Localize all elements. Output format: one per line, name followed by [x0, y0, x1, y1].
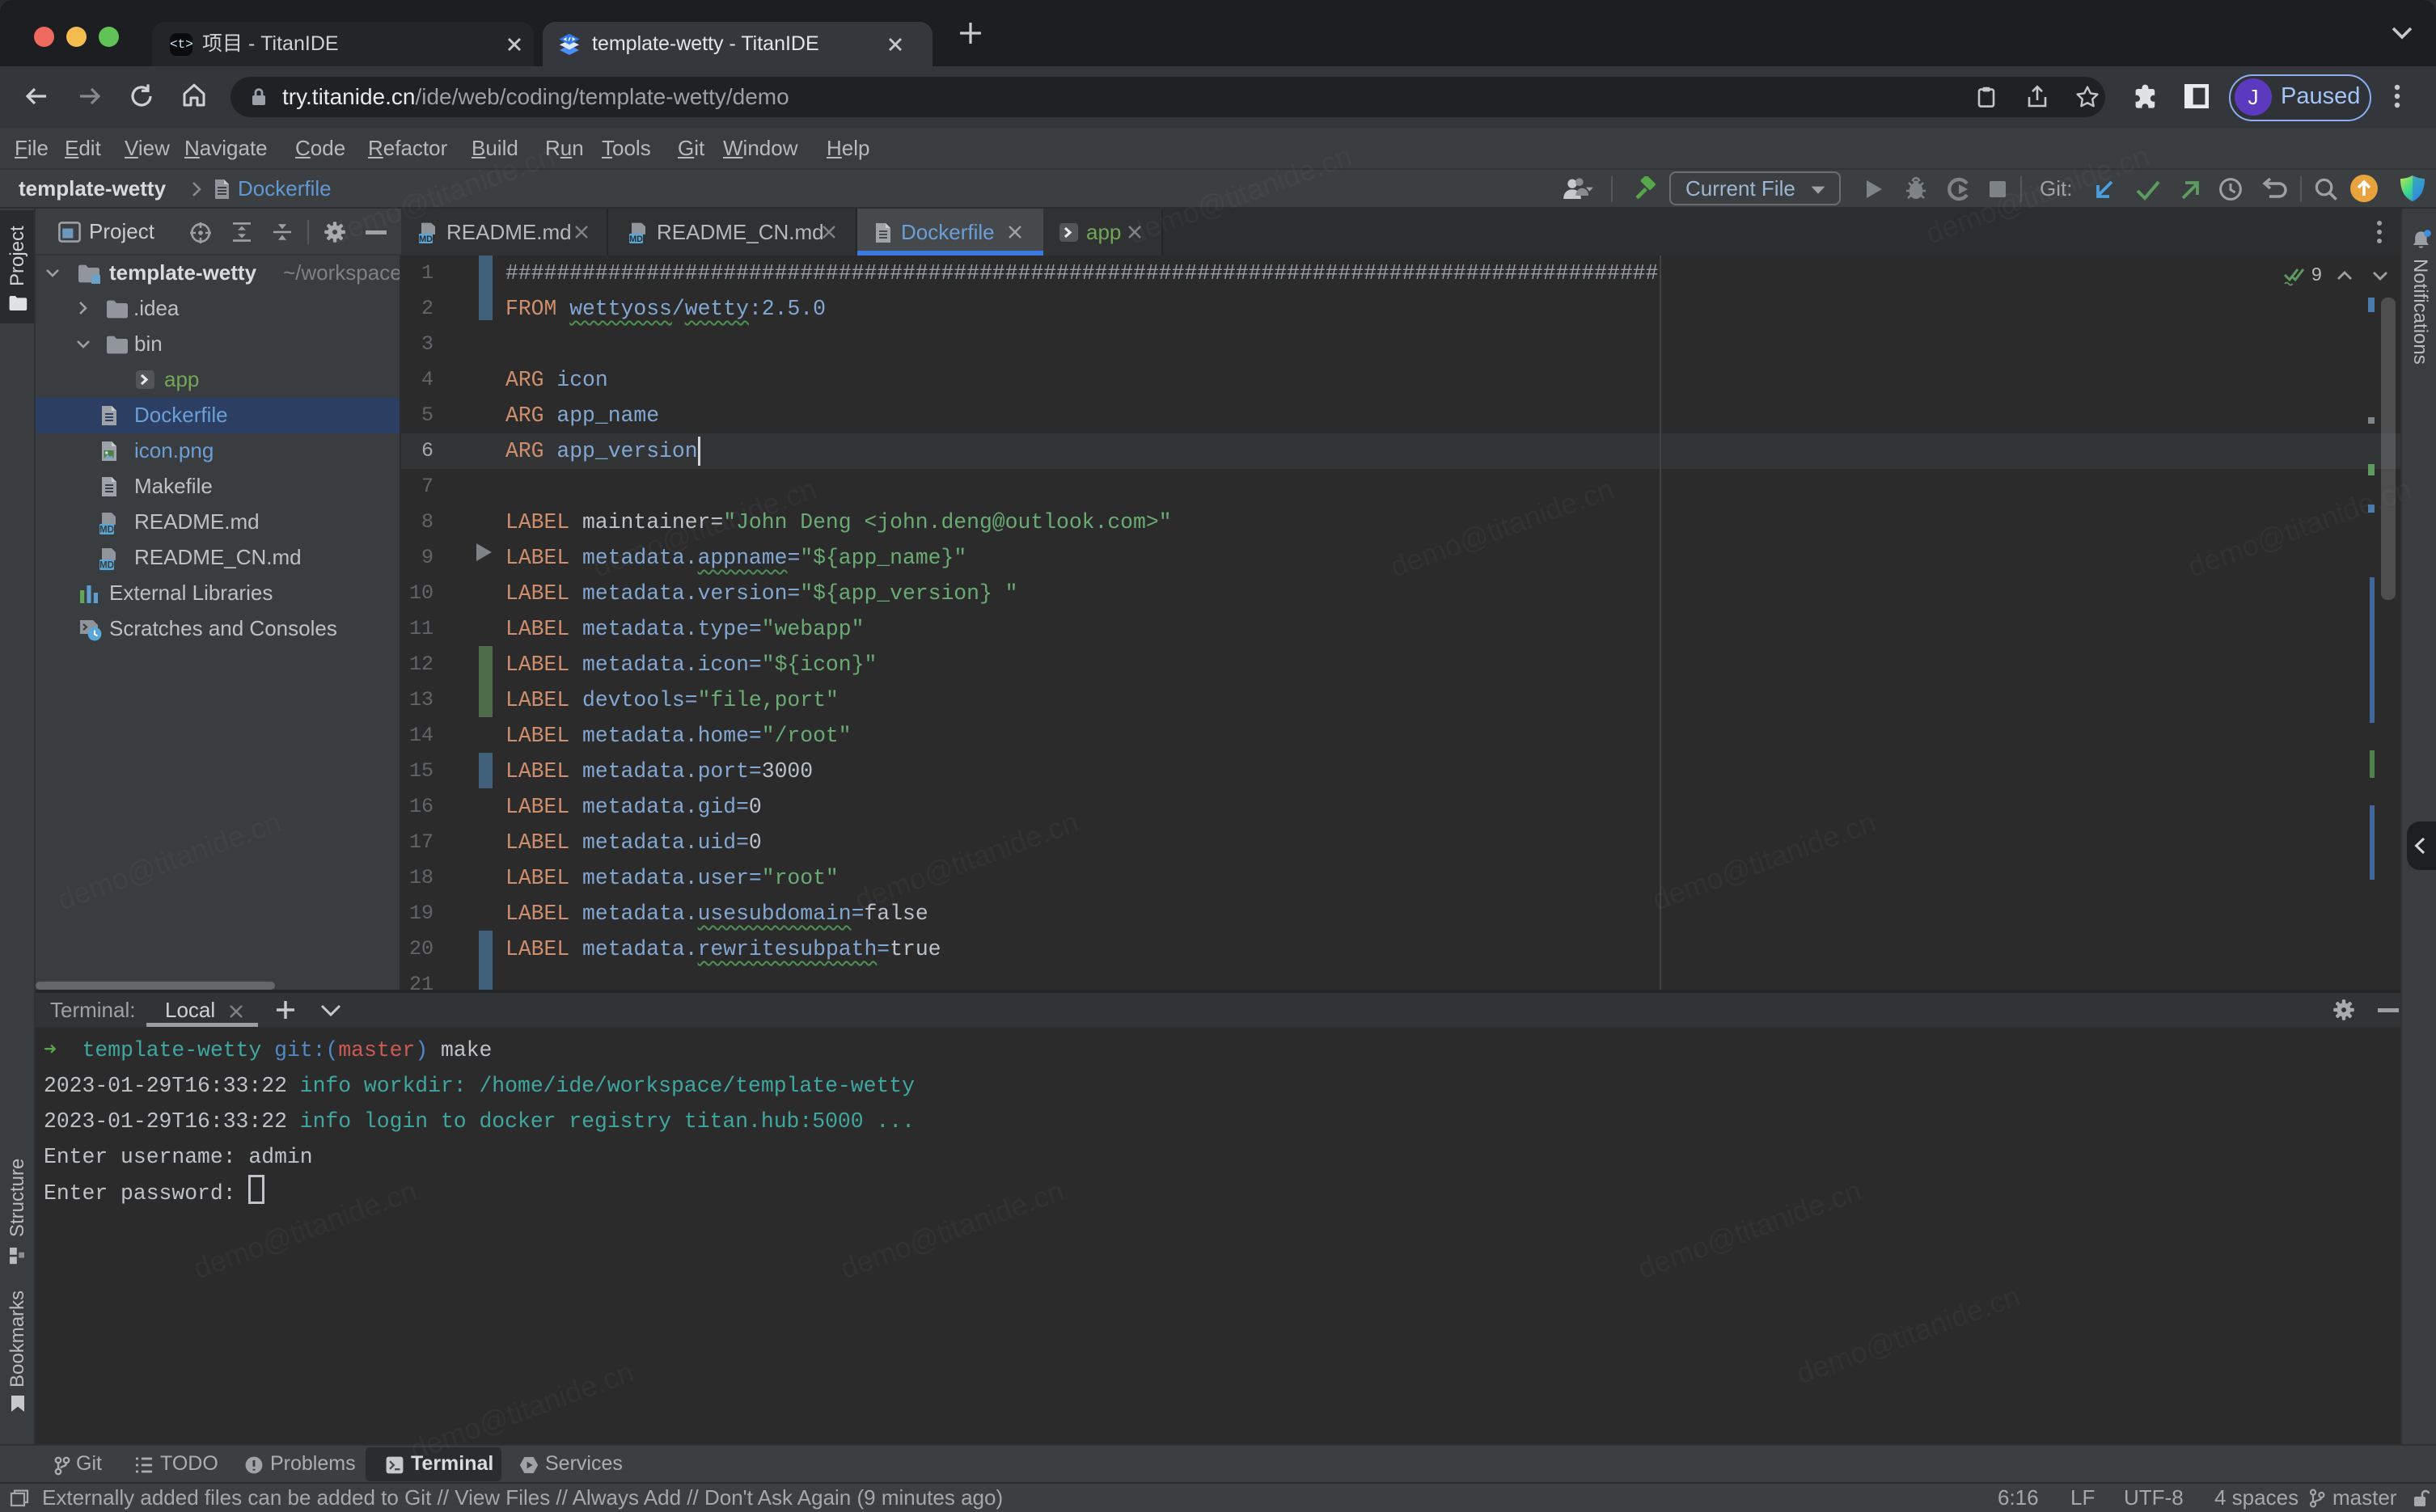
svg-text:MD: MD	[629, 234, 643, 244]
svg-text:MD: MD	[419, 234, 433, 244]
svg-text:MD: MD	[99, 525, 114, 535]
svg-text:MD: MD	[99, 560, 114, 571]
